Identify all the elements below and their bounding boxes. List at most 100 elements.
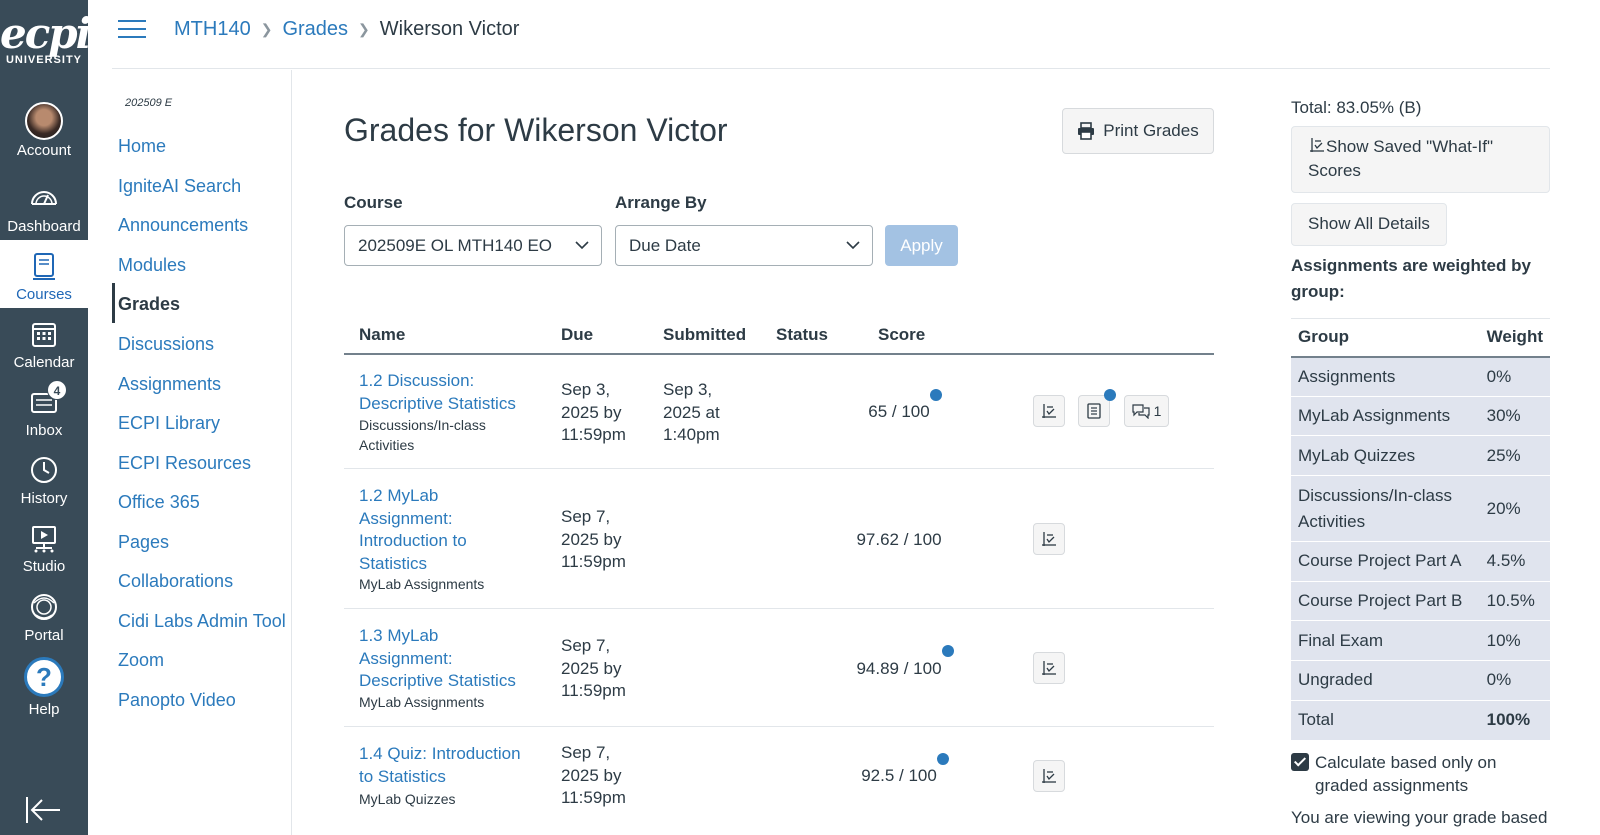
course-nav-ecpi-library[interactable]: ECPI Library	[118, 413, 220, 434]
course-nav-modules[interactable]: Modules	[118, 255, 186, 276]
breadcrumb-course-link[interactable]: MTH140	[174, 18, 251, 41]
due-line: 11:59pm	[561, 425, 626, 444]
gnav-inbox-label: Inbox	[25, 422, 63, 439]
what-if-toggle-button[interactable]	[1033, 760, 1065, 792]
submitted-line: 2025 at	[663, 402, 720, 422]
course-nav-assignments[interactable]: Assignments	[118, 374, 221, 395]
gnav-history[interactable]: History	[0, 444, 88, 512]
weight-group: Assignments	[1291, 356, 1480, 397]
course-nav-home[interactable]: Home	[118, 136, 166, 157]
course-nav-igniteai-search[interactable]: IgniteAI Search	[118, 176, 241, 197]
assignment-group-line: Discussions/In-class	[359, 417, 486, 433]
course-nav-discussions[interactable]: Discussions	[118, 334, 214, 355]
assignment-group: MyLab Quizzes	[359, 791, 456, 807]
weight-row: Final Exam 10%	[1291, 620, 1550, 662]
assignment-name-line: Statistics	[359, 553, 428, 573]
course-nav-collaborations[interactable]: Collaborations	[118, 571, 233, 592]
course-nav: 202509 E Home IgniteAI Search Announceme…	[112, 70, 292, 835]
course-nav-office-365[interactable]: Office 365	[118, 492, 200, 513]
calculate-graded-only-label[interactable]: Calculate based only on graded assignmen…	[1315, 751, 1545, 797]
weight-value: 20%	[1479, 475, 1550, 543]
assignment-link[interactable]: 1.3 MyLab Assignment: Descriptive Statis…	[359, 625, 534, 693]
row-divider	[344, 608, 1214, 609]
dashboard-icon	[31, 191, 57, 205]
due-date: Sep 3, 2025 by 11:59pm	[561, 379, 651, 447]
weight-value: 4.5%	[1479, 541, 1550, 582]
breadcrumb-grades-link[interactable]: Grades	[282, 18, 348, 41]
avatar	[25, 102, 63, 140]
print-grades-button[interactable]: Print Grades	[1062, 108, 1214, 154]
gnav-history-label: History	[20, 490, 68, 507]
calculate-graded-only-checkbox[interactable]	[1291, 753, 1309, 771]
help-icon: ?	[24, 657, 64, 697]
show-what-if-line2: Scores	[1308, 161, 1361, 180]
assignment-link[interactable]: 1.2 Discussion: Descriptive Statistics	[359, 370, 534, 415]
column-header-status[interactable]: Status	[776, 325, 828, 345]
gnav-dashboard[interactable]: Dashboard	[0, 172, 88, 240]
weight-total-row: Total 100%	[1291, 700, 1550, 741]
submitted-line: Sep 3,	[663, 380, 713, 399]
assignment-name-line: Descriptive Statistics	[359, 393, 516, 413]
course-nav-grades[interactable]: Grades	[118, 294, 180, 315]
weight-value: 0%	[1479, 356, 1550, 397]
assignment-link[interactable]: 1.4 Quiz: Introduction to Statistics	[359, 743, 534, 788]
weight-row: MyLab Quizzes 25%	[1291, 435, 1550, 477]
what-if-toggle-button[interactable]	[1033, 652, 1065, 684]
score: 97.62 / 100	[856, 530, 942, 549]
gnav-calendar[interactable]: Calendar	[0, 308, 88, 376]
hamburger-menu-icon[interactable]	[118, 20, 146, 42]
course-nav-announcements[interactable]: Announcements	[118, 215, 248, 236]
weight-group: Course Project Part B	[1291, 581, 1480, 622]
show-all-details-button[interactable]: Show All Details	[1291, 203, 1447, 246]
column-header-submitted[interactable]: Submitted	[663, 325, 746, 345]
assignment-link[interactable]: 1.2 MyLab Assignment: Introduction to St…	[359, 485, 534, 575]
score: 92.5 / 100	[861, 766, 937, 785]
due-line: Sep 7,	[561, 507, 611, 526]
comments-button[interactable]: 1	[1124, 395, 1169, 427]
score: 65 / 100	[868, 402, 930, 421]
assignment-group-line: Activities	[359, 437, 415, 453]
arrange-by-select[interactable]: Due Date	[615, 225, 873, 266]
due-date: Sep 7, 2025 by 11:59pm	[561, 506, 651, 574]
weight-row: Assignments 0%	[1291, 356, 1550, 397]
gnav-portal[interactable]: Portal	[0, 581, 88, 649]
column-header-score[interactable]: Score	[878, 325, 925, 345]
what-if-toggle-button[interactable]	[1033, 523, 1065, 555]
course-nav-panopto[interactable]: Panopto Video	[118, 690, 236, 711]
gnav-portal-label: Portal	[24, 627, 64, 644]
column-header-due[interactable]: Due	[561, 325, 593, 345]
breadcrumb-separator-icon: ❯	[260, 21, 273, 37]
gnav-studio-label: Studio	[22, 558, 66, 575]
course-nav-cidi-labs[interactable]: Cidi Labs Admin Tool	[118, 611, 286, 632]
rubric-button[interactable]	[1078, 395, 1110, 427]
due-line: 11:59pm	[561, 552, 626, 571]
gnav-account[interactable]: Account	[0, 94, 88, 162]
global-nav: ecpi UNIVERSITY Account Dashboard Course…	[0, 0, 92, 835]
weight-group: Discussions/In-class Activities	[1291, 475, 1480, 543]
history-icon	[31, 457, 57, 483]
gnav-studio[interactable]: Studio	[0, 512, 88, 580]
assignment-group: MyLab Assignments	[359, 694, 485, 710]
course-nav-zoom[interactable]: Zoom	[118, 650, 164, 671]
arrange-by-value: Due Date	[629, 236, 701, 255]
gnav-help[interactable]: ? Help	[0, 647, 88, 727]
ecpi-logo[interactable]: ecpi UNIVERSITY	[0, 0, 92, 75]
course-nav-pages[interactable]: Pages	[118, 532, 169, 553]
row-divider	[344, 726, 1214, 727]
gnav-courses[interactable]: Courses	[0, 240, 88, 308]
collapse-nav-icon[interactable]	[24, 795, 64, 825]
score: 94.89 / 100	[856, 659, 942, 678]
page-title: Grades for Wikerson Victor	[344, 112, 728, 148]
what-if-toggle-button[interactable]	[1033, 395, 1065, 427]
column-header-name[interactable]: Name	[359, 325, 405, 345]
weight-value: 10%	[1479, 620, 1550, 662]
page-header: MTH140 ❯ Grades ❯ Wikerson Victor	[112, 0, 1550, 69]
apply-button[interactable]: Apply	[885, 225, 958, 266]
course-nav-ecpi-resources[interactable]: ECPI Resources	[118, 453, 251, 474]
course-select[interactable]: 202509E OL MTH140 EO	[344, 225, 602, 266]
total-grade: Total: 83.05% (B)	[1291, 98, 1422, 117]
assignment-group: Discussions/In-class Activities	[359, 415, 534, 455]
gnav-inbox[interactable]: 4 Inbox	[0, 376, 88, 444]
show-what-if-button[interactable]: Show Saved "What-If" Scores	[1291, 126, 1550, 193]
assignment-name-line: 1.2 MyLab	[359, 486, 439, 505]
